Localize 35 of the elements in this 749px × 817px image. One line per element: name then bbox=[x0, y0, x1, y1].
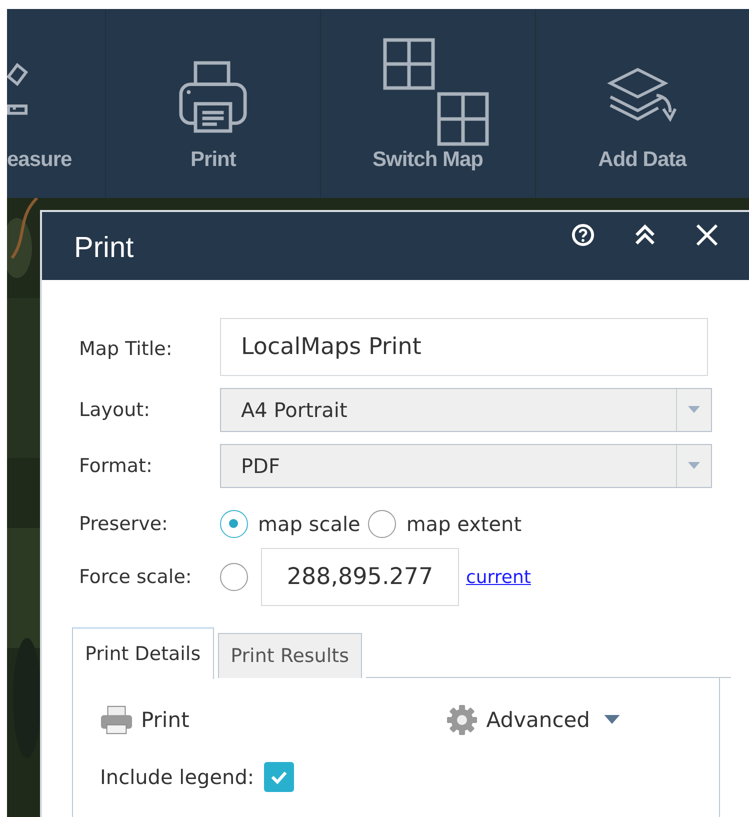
field-label: Force scale: bbox=[79, 566, 193, 588]
toolbar-button[interactable]: Switch Map bbox=[320, 9, 534, 198]
caret-icon bbox=[688, 462, 700, 470]
gear-icon bbox=[446, 704, 478, 736]
help-icon[interactable] bbox=[571, 223, 595, 247]
radio-label: map scale bbox=[258, 512, 360, 536]
format-dropdown[interactable]: PDF bbox=[220, 444, 712, 488]
field-label: Format: bbox=[79, 455, 154, 477]
toolbar-button[interactable]: easure bbox=[7, 9, 106, 198]
field-label: Layout: bbox=[79, 399, 151, 421]
layout-dropdown[interactable]: A4 Portrait bbox=[220, 388, 712, 432]
collapse-icon[interactable] bbox=[633, 223, 657, 247]
close-icon[interactable] bbox=[695, 223, 719, 247]
current-link[interactable]: current bbox=[466, 566, 531, 588]
radio-button[interactable] bbox=[368, 510, 396, 538]
advanced-button[interactable]: Advanced bbox=[446, 704, 620, 736]
scale-field[interactable]: 288,895.277 bbox=[261, 548, 459, 606]
map-title-field[interactable]: LocalMaps Print bbox=[220, 318, 708, 376]
checkbox[interactable] bbox=[264, 762, 294, 792]
tab[interactable]: Print Results bbox=[218, 633, 362, 678]
radio-button[interactable] bbox=[220, 563, 248, 591]
field-label: Preserve: bbox=[79, 513, 169, 535]
grid-icon bbox=[382, 38, 489, 146]
printer-icon bbox=[100, 705, 133, 735]
toolbar-button[interactable]: Print bbox=[105, 9, 320, 198]
printer-icon bbox=[178, 58, 248, 134]
checkbox-label: Include legend: bbox=[100, 765, 254, 789]
print-button[interactable]: Print bbox=[100, 704, 190, 736]
field-label: Map Title: bbox=[79, 337, 174, 360]
caret-icon bbox=[688, 406, 700, 414]
radio-label: map extent bbox=[406, 512, 522, 536]
radio-button[interactable] bbox=[220, 510, 248, 538]
panel-title: Print bbox=[74, 232, 134, 264]
caret-icon bbox=[604, 715, 620, 725]
tab[interactable]: Print Details bbox=[72, 627, 214, 679]
